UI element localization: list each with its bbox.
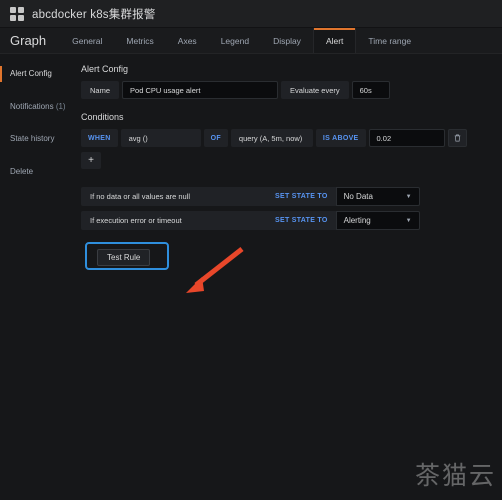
sidebar-item-label: Alert Config (10, 69, 52, 78)
name-label: Name (81, 81, 120, 99)
no-data-handling-row: If no data or all values are null SET ST… (81, 187, 492, 206)
condition-threshold-input[interactable]: 0.02 (368, 129, 445, 147)
condition-query-select[interactable]: query (A, 5m, now) (230, 129, 313, 147)
exec-error-label: If execution error or timeout (81, 211, 267, 230)
test-rule-button[interactable]: Test Rule (97, 249, 151, 266)
exec-error-state-value: Alerting (343, 216, 371, 225)
sidebar-item-alert-config[interactable]: Alert Config (0, 64, 78, 84)
editor-body: Alert Config Notifications (1) State his… (0, 54, 502, 500)
panel-type-title: Graph (10, 33, 47, 48)
evaluate-every-input[interactable]: 60s (351, 81, 390, 99)
alert-sidebar: Alert Config Notifications (1) State his… (0, 54, 78, 500)
dashboard-title: abcdocker k8s集群报警 (32, 8, 156, 21)
evaluate-every-label: Evaluate every (281, 81, 349, 99)
apps-grid-icon[interactable] (10, 6, 24, 21)
condition-of-label: OF (203, 129, 228, 147)
tab-legend[interactable]: Legend (209, 28, 261, 53)
tab-time-range[interactable]: Time range (356, 28, 423, 53)
tab-axes[interactable]: Axes (166, 28, 209, 53)
condition-evaluator-label[interactable]: IS ABOVE (315, 129, 366, 147)
add-condition-button[interactable]: + (81, 152, 101, 169)
alert-config-pane: Alert Config Name Pod CPU usage alert Ev… (78, 54, 502, 500)
condition-reducer-select[interactable]: avg () (120, 129, 201, 147)
alert-config-heading: Alert Config (81, 64, 129, 74)
sidebar-item-label: Notifications (10, 101, 54, 111)
no-data-state-value: No Data (343, 192, 373, 201)
sidebar-item-label: Delete (10, 166, 34, 176)
sidebar-item-state-history[interactable]: State history (0, 129, 78, 149)
condition-row: WHEN avg () OF query (A, 5m, now) IS ABO… (81, 129, 492, 147)
chevron-down-icon: ▼ (405, 217, 412, 224)
tab-general[interactable]: General (60, 28, 114, 53)
panel-tabbar: Graph General Metrics Axes Legend Displa… (0, 28, 502, 54)
tab-metrics[interactable]: Metrics (114, 28, 165, 53)
sidebar-item-notifications[interactable]: Notifications (1) (0, 97, 78, 117)
sidebar-notifications-count: (1) (55, 101, 66, 111)
titlebar: abcdocker k8s集群报警 (0, 0, 502, 28)
no-data-set-state-label: SET STATE TO (267, 187, 336, 206)
sidebar-item-delete[interactable]: Delete (0, 162, 78, 182)
alert-name-row: Name Pod CPU usage alert Evaluate every … (81, 81, 492, 99)
test-rule-area: Test Rule (85, 242, 492, 293)
arrow-annotation (186, 247, 244, 293)
no-data-state-select[interactable]: No Data ▼ (335, 187, 420, 206)
tab-alert[interactable]: Alert (312, 28, 357, 53)
exec-error-state-select[interactable]: Alerting ▼ (335, 211, 420, 230)
grafana-panel-editor: abcdocker k8s集群报警 Graph General Metrics … (0, 0, 502, 500)
tab-display[interactable]: Display (261, 28, 313, 53)
trash-icon[interactable] (447, 129, 467, 147)
conditions-heading: Conditions (81, 112, 124, 122)
condition-when-label[interactable]: WHEN (81, 129, 118, 147)
sidebar-item-label: State history (10, 134, 55, 144)
exec-error-set-state-label: SET STATE TO (267, 211, 336, 230)
exec-error-handling-row: If execution error or timeout SET STATE … (81, 211, 492, 230)
chevron-down-icon: ▼ (405, 193, 412, 200)
alert-name-input[interactable]: Pod CPU usage alert (122, 81, 279, 99)
no-data-label: If no data or all values are null (81, 187, 267, 206)
